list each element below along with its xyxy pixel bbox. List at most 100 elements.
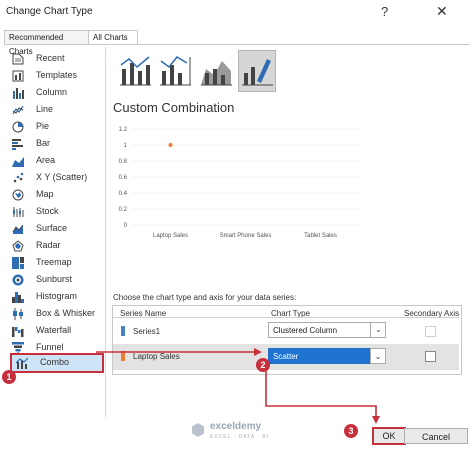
stock-icon xyxy=(13,207,24,217)
cancel-button[interactable]: Cancel xyxy=(404,428,468,444)
sidebar-item-sunburst[interactable]: Sunburst xyxy=(8,272,100,288)
sidebar-item-label: Sunburst xyxy=(36,274,73,284)
scatter-point xyxy=(168,143,173,147)
sidebar-item-label: Surface xyxy=(36,223,68,233)
column-line-secondary-icon xyxy=(160,56,191,86)
combo-type-column-line-secondary[interactable] xyxy=(156,50,194,92)
histogram-icon xyxy=(12,292,24,303)
sidebar-item-label: Histogram xyxy=(36,291,78,301)
x-tick-label: Laptop Sales xyxy=(153,233,188,239)
header-divider xyxy=(113,317,459,318)
sidebar-item-label: Column xyxy=(36,87,68,97)
stacked-area-column-icon xyxy=(201,61,232,86)
series-row: Series1 Clustered Column ⌄ xyxy=(113,320,459,342)
chart-type-dropdown-selected[interactable]: Scatter ⌄ xyxy=(268,348,386,364)
step-badge-2: 2 xyxy=(256,358,270,372)
sidebar-item-recent[interactable]: Recent xyxy=(8,51,100,67)
sidebar-item-histogram[interactable]: Histogram xyxy=(8,289,100,305)
x-tick-label: Tablet Sales xyxy=(304,233,337,239)
x-tick-label: Smart Phone Sales xyxy=(220,233,272,239)
chart-type-dropdown[interactable]: Clustered Column ⌄ xyxy=(268,322,386,338)
tab-all-charts[interactable]: All Charts xyxy=(88,30,138,45)
y-tick-label: 0 xyxy=(124,223,128,229)
radar-icon xyxy=(12,240,24,252)
sidebar-item-box-whisker[interactable]: Box & Whisker xyxy=(8,306,100,322)
ok-button[interactable]: OK xyxy=(372,427,406,445)
sidebar-item-surface[interactable]: Surface xyxy=(8,221,100,237)
title-bar: Change Chart Type ? ✕ xyxy=(0,0,474,26)
templates-icon xyxy=(12,70,24,82)
series-color-swatch xyxy=(121,351,125,361)
chart-preview: 1.2 1 0.8 0.6 0.4 0.2 0 Laptop Sales Smart Phone… xyxy=(119,127,358,239)
sidebar-item-label: Bar xyxy=(36,138,51,148)
tab-divider xyxy=(4,44,470,45)
sidebar-item-label: Recent xyxy=(36,53,65,63)
sidebar-divider xyxy=(105,47,106,417)
sidebar-item-radar[interactable]: Radar xyxy=(8,238,100,254)
exceldemy-logo-icon xyxy=(192,423,204,437)
chevron-down-icon[interactable]: ⌄ xyxy=(370,348,386,364)
clustered-column-line-icon xyxy=(120,56,151,86)
sidebar-item-waterfall[interactable]: Waterfall xyxy=(8,323,100,339)
sidebar-item-line[interactable]: Line xyxy=(8,102,100,118)
sidebar-item-column[interactable]: Column xyxy=(8,85,100,101)
waterfall-icon xyxy=(12,327,24,337)
sidebar-item-label: Templates xyxy=(36,70,78,80)
sidebar-item-combo[interactable]: Combo xyxy=(10,353,104,373)
watermark-logo: exceldemy EXCEL · DATA · BI xyxy=(190,420,290,444)
combo-type-clustered-column-line[interactable] xyxy=(116,50,154,92)
bar-icon xyxy=(12,139,23,150)
series-name: Series1 xyxy=(133,327,161,336)
line-icon xyxy=(12,105,24,115)
dialog-title: Change Chart Type xyxy=(6,6,93,17)
series-name: Laptop Sales xyxy=(133,352,180,361)
sidebar-item-templates[interactable]: Templates xyxy=(8,68,100,84)
sidebar-item-label: Line xyxy=(36,104,54,114)
series-prompt: Choose the chart type and axis for your … xyxy=(113,293,297,302)
sidebar-item-pie[interactable]: Pie xyxy=(8,119,100,135)
sidebar-item-label: Funnel xyxy=(36,342,64,352)
sidebar-item-map[interactable]: Map xyxy=(8,187,100,203)
sidebar-item-bar[interactable]: Bar xyxy=(8,136,100,152)
custom-combination-title: Custom Combination xyxy=(113,100,235,115)
series-color-swatch xyxy=(121,326,125,336)
combo-type-stacked-area-column[interactable] xyxy=(197,50,235,92)
sidebar-item-label: Radar xyxy=(36,240,61,250)
secondary-axis-checkbox[interactable] xyxy=(425,326,436,337)
column-icon xyxy=(13,88,24,99)
combo-type-custom[interactable] xyxy=(238,50,276,92)
sidebar-item-label: Pie xyxy=(36,121,50,131)
sidebar-item-treemap[interactable]: Treemap xyxy=(8,255,100,271)
chart-type-value: Scatter xyxy=(273,352,299,361)
secondary-axis-checkbox[interactable] xyxy=(425,351,436,362)
chart-type-sidebar: Recent Templates Column Line Pie Bar Are… xyxy=(4,47,104,417)
step-badge-1: 1 xyxy=(2,370,16,384)
tab-recommended-charts[interactable]: Recommended Charts xyxy=(4,30,94,56)
sidebar-item-area[interactable]: Area xyxy=(8,153,100,169)
sidebar-item-label: Area xyxy=(36,155,56,165)
treemap-icon xyxy=(12,257,24,269)
step-badge-3: 3 xyxy=(344,424,358,438)
sidebar-item-stock[interactable]: Stock xyxy=(8,204,100,220)
box-whisker-icon xyxy=(13,308,23,320)
chevron-down-icon[interactable]: ⌄ xyxy=(370,322,386,338)
help-button[interactable]: ? xyxy=(381,4,388,19)
sidebar-item-scatter[interactable]: X Y (Scatter) xyxy=(8,170,100,186)
sidebar-item-label: Combo xyxy=(40,357,70,367)
chart-type-value: Clustered Column xyxy=(273,326,338,335)
y-tick-label: 0.2 xyxy=(119,207,128,213)
combo-icon xyxy=(16,357,28,369)
series-row: Laptop Sales Scatter ⌄ xyxy=(113,346,459,368)
pie-icon xyxy=(12,121,24,133)
recent-icon xyxy=(12,53,24,65)
scatter-icon xyxy=(13,172,24,183)
sidebar-item-label: Map xyxy=(36,189,54,199)
y-tick-label: 0.8 xyxy=(119,159,128,165)
arrowhead-3 xyxy=(372,416,380,424)
y-tick-label: 0.4 xyxy=(119,191,128,197)
close-button[interactable]: ✕ xyxy=(436,3,448,20)
area-icon xyxy=(12,157,24,167)
sunburst-icon xyxy=(12,274,24,286)
sidebar-item-label: Waterfall xyxy=(36,325,72,335)
surface-icon xyxy=(12,224,24,234)
